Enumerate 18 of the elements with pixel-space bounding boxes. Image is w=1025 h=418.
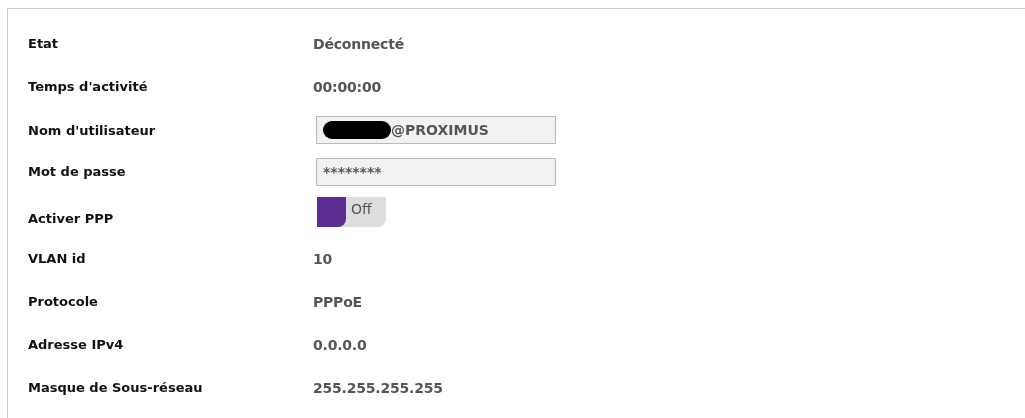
field-value: Déconnecté [313, 35, 404, 52]
toggle-switch[interactable]: Off [317, 197, 386, 227]
field-label: Protocole [27, 294, 99, 309]
field-value: 10 [313, 250, 333, 267]
field-label: Masque de Sous-réseau [27, 380, 204, 395]
field-label: VLAN id [27, 251, 87, 266]
field-label: Etat [27, 36, 60, 51]
field-label: Adresse IPv4 [27, 337, 125, 352]
field-value: PPPoE [313, 293, 362, 310]
field-label: Temps d'activité [27, 79, 149, 94]
text-field[interactable]: @PROXIMUS [316, 116, 556, 144]
field-value: 0.0.0.0 [313, 336, 367, 353]
field-label: Nom d'utilisateur [27, 122, 157, 138]
field-label: Activer PPP [27, 211, 115, 226]
field-value: 00:00:00 [313, 78, 382, 95]
field-value: 255.255.255.255 [313, 379, 443, 396]
text-field[interactable]: ******** [316, 157, 556, 186]
field-label: Mot de passe [27, 164, 127, 179]
